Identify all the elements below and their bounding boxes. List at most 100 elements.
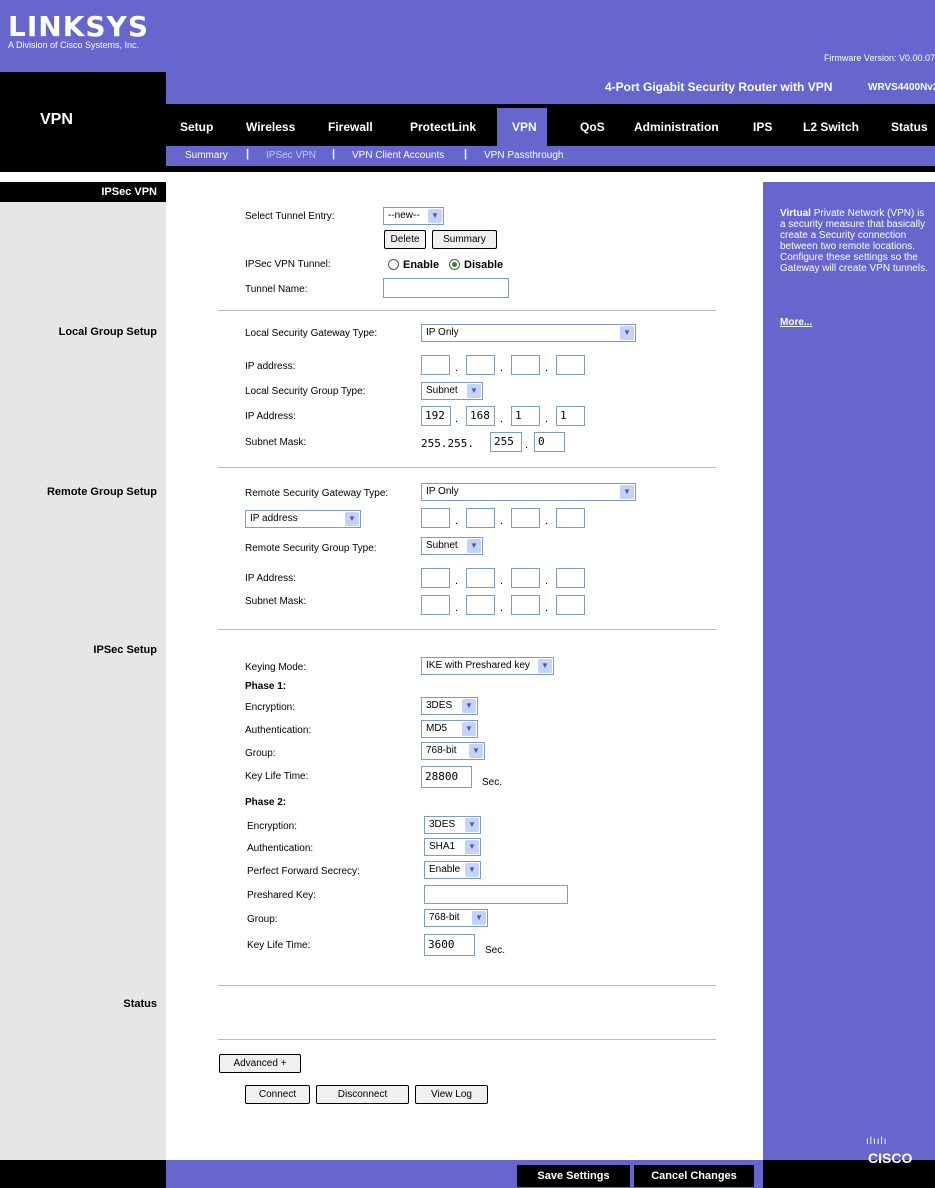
cancel-changes-button[interactable]: Cancel Changes [634, 1165, 754, 1187]
tab-setup[interactable]: Setup [180, 120, 213, 134]
divider [218, 985, 716, 986]
subnet-mask-octet-4[interactable]: 0 [534, 432, 565, 452]
subtab-vpn-passthrough[interactable]: VPN Passthrough [484, 150, 564, 161]
tab-protectlink[interactable]: ProtectLink [410, 120, 476, 134]
remote-mask-octet-4[interactable] [556, 595, 585, 615]
local-ip-label: IP address: [245, 361, 296, 372]
dot: . [545, 575, 549, 587]
local-group-type-select[interactable]: Subnet ▼ [421, 382, 483, 400]
chevron-down-icon: ▼ [428, 209, 442, 223]
p1-authentication-select[interactable]: MD5 ▼ [421, 720, 478, 738]
more-link[interactable]: More... [780, 317, 812, 328]
model-number: WRVS4400Nv2 [868, 82, 935, 93]
p2-authentication-label: Authentication: [247, 843, 314, 854]
pfs-label: Perfect Forward Secrecy: [247, 866, 360, 877]
p1-group-select[interactable]: 768-bit ▼ [421, 742, 485, 760]
p1-encryption-select[interactable]: 3DES ▼ [421, 697, 478, 715]
cisco-bars-icon: ılıılı [866, 1136, 888, 1147]
remote-ip-octet-1[interactable] [421, 568, 450, 588]
p2-key-life-label: Key Life Time: [247, 940, 311, 951]
remote-ip-octet-4[interactable] [556, 568, 585, 588]
subtab-vpn-client-accounts[interactable]: VPN Client Accounts [352, 150, 444, 161]
remote-gw-ip-octet-2[interactable] [466, 508, 495, 528]
remote-gw-ip-octet-1[interactable] [421, 508, 450, 528]
tab-ips[interactable]: IPS [753, 120, 772, 134]
local-ip-octet-1[interactable] [421, 355, 450, 375]
subtab-ipsec-vpn[interactable]: IPSec VPN [266, 150, 316, 161]
p2-encryption-select[interactable]: 3DES ▼ [424, 816, 481, 834]
p1-key-life-input[interactable]: 28800 [421, 766, 472, 788]
remote-address-type-select[interactable]: IP address ▼ [245, 510, 361, 528]
chevron-down-icon: ▼ [465, 840, 479, 854]
local-ip-octet-2[interactable] [466, 355, 495, 375]
tab-administration[interactable]: Administration [634, 120, 719, 134]
connect-button[interactable]: Connect [245, 1085, 310, 1104]
local-subnet-octet-3[interactable]: 1 [511, 406, 540, 426]
keying-mode-select[interactable]: IKE with Preshared key ▼ [421, 657, 554, 675]
local-subnet-octet-2[interactable]: 168 [466, 406, 495, 426]
delete-button[interactable]: Delete [384, 230, 426, 249]
dot: . [500, 515, 504, 527]
local-group-type-value: Subnet [426, 385, 458, 396]
dot: . [545, 602, 549, 614]
subnav-separator: | [464, 148, 468, 160]
remote-mask-octet-2[interactable] [466, 595, 495, 615]
tab-wireless[interactable]: Wireless [246, 120, 295, 134]
chevron-down-icon: ▼ [467, 384, 481, 398]
tunnel-entry-value: --new-- [388, 210, 420, 221]
tab-status[interactable]: Status [891, 120, 928, 134]
local-ip-octet-4[interactable] [556, 355, 585, 375]
save-settings-button[interactable]: Save Settings [517, 1165, 630, 1187]
divider [218, 310, 716, 311]
remote-gw-ip-octet-3[interactable] [511, 508, 540, 528]
tunnel-name-label: Tunnel Name: [245, 284, 308, 295]
enable-radio[interactable] [388, 259, 399, 270]
remote-gw-ip-octet-4[interactable] [556, 508, 585, 528]
p2-key-life-input[interactable]: 3600 [424, 934, 475, 956]
advanced-button[interactable]: Advanced + [219, 1054, 301, 1073]
tunnel-name-input[interactable] [383, 278, 509, 298]
tab-l2-switch[interactable]: L2 Switch [803, 120, 859, 134]
disable-radio[interactable] [449, 259, 460, 270]
pfs-select[interactable]: Enable ▼ [424, 861, 481, 879]
tab-firewall[interactable]: Firewall [328, 120, 373, 134]
chevron-down-icon: ▼ [467, 539, 481, 553]
help-text: Virtual Private Network (VPN) is a secur… [780, 208, 930, 274]
subnet-mask-octet-3[interactable]: 255 [490, 432, 522, 452]
remote-gw-type-select[interactable]: IP Only ▼ [421, 483, 636, 501]
tab-vpn[interactable]: VPN [512, 120, 537, 134]
dot: . [545, 515, 549, 527]
disconnect-button[interactable]: Disconnect [316, 1085, 409, 1104]
local-subnet-octet-4[interactable]: 1 [556, 406, 585, 426]
remote-gw-type-label: Remote Security Gateway Type: [245, 488, 389, 499]
dot: . [455, 413, 459, 425]
help-panel [763, 182, 935, 1160]
remote-ip-octet-2[interactable] [466, 568, 495, 588]
remote-mask-octet-1[interactable] [421, 595, 450, 615]
cisco-logo: CISCO [868, 1150, 913, 1166]
preshared-key-input[interactable] [424, 885, 568, 904]
local-gw-type-select[interactable]: IP Only ▼ [421, 324, 636, 342]
remote-mask-octet-3[interactable] [511, 595, 540, 615]
view-log-button[interactable]: View Log [415, 1085, 488, 1104]
p2-authentication-select[interactable]: SHA1 ▼ [424, 838, 481, 856]
local-gw-type-value: IP Only [426, 327, 459, 338]
remote-ip-address-label: IP Address: [245, 573, 296, 584]
firmware-version: Firmware Version: V0.00.07 [823, 53, 935, 63]
p2-group-select[interactable]: 768-bit ▼ [424, 909, 488, 927]
summary-button[interactable]: Summary [432, 230, 497, 249]
remote-group-type-select[interactable]: Subnet ▼ [421, 537, 483, 555]
tab-qos[interactable]: QoS [580, 120, 605, 134]
preshared-key-label: Preshared Key: [247, 890, 316, 901]
label-status: Status [123, 998, 157, 1010]
chevron-down-icon: ▼ [465, 818, 479, 832]
local-ip-octet-3[interactable] [511, 355, 540, 375]
select-tunnel-label: Select Tunnel Entry: [245, 211, 335, 222]
remote-ip-octet-3[interactable] [511, 568, 540, 588]
divider [218, 467, 716, 468]
subtab-summary[interactable]: Summary [185, 150, 228, 161]
dot: . [455, 602, 459, 614]
local-subnet-octet-1[interactable]: 192 [421, 406, 451, 426]
chevron-down-icon: ▼ [538, 659, 552, 673]
tunnel-entry-select[interactable]: --new-- ▼ [383, 207, 444, 225]
